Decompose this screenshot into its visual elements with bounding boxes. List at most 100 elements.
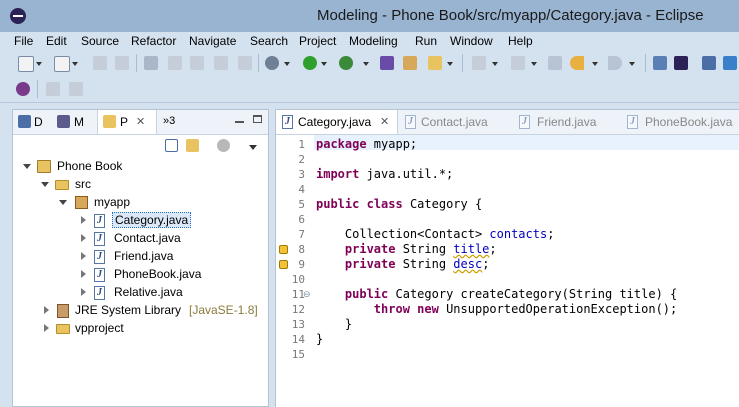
new-java-project-icon[interactable] [380,56,394,70]
modeling-perspective-icon[interactable] [723,56,737,70]
eclipse-app-icon[interactable] [10,8,26,24]
filter-icon[interactable] [217,139,230,152]
new-dropdown-icon[interactable] [36,62,42,66]
code-line[interactable]: package myapp; [316,137,417,152]
code-line[interactable]: public Category createCategory(String ti… [316,287,677,302]
save-all-icon[interactable] [115,56,129,70]
next-annotation-icon[interactable] [472,56,486,70]
tree-item-vpproject[interactable]: vpproject [13,320,268,338]
collapsed-arrow-icon[interactable] [81,270,86,278]
back-dropdown-icon[interactable] [592,62,598,66]
code-line[interactable]: } [316,332,323,347]
expanded-arrow-icon[interactable] [41,182,49,187]
code-line[interactable]: Collection<Contact> contacts; [316,227,555,242]
java-perspective-icon[interactable] [674,56,688,70]
show-whitespace-icon[interactable] [238,56,252,70]
update-code-icon[interactable] [46,82,60,96]
new-package-icon[interactable] [403,56,417,70]
new-file-icon[interactable] [54,56,70,72]
open-perspective-icon[interactable] [653,56,667,70]
menu-window[interactable]: Window [450,34,493,48]
menu-edit[interactable]: Edit [46,34,67,48]
tab-contact-java[interactable]: J Contact.java [402,110,498,134]
prev-annotation-icon[interactable] [511,56,525,70]
tree-item-src[interactable]: src [13,176,268,194]
edit-icon[interactable] [168,56,182,70]
tree-item-jre-library[interactable]: JRE System Library [JavaSE-1.8] [13,302,268,320]
collapsed-arrow-icon[interactable] [81,234,86,242]
toggle-mark-icon[interactable] [190,56,204,70]
menu-modeling[interactable]: Modeling [349,34,398,48]
open-task-icon[interactable] [428,56,442,70]
menu-file[interactable]: File [14,34,33,48]
tab-friend-java[interactable]: J Friend.java [517,110,607,134]
menu-run[interactable]: Run [415,34,437,48]
tree-item-contact-java[interactable]: J Contact.java [13,230,268,248]
new-file-dropdown-icon[interactable] [72,62,78,66]
tree-item-phonebook-java[interactable]: J PhoneBook.java [13,266,268,284]
close-icon[interactable]: ✕ [380,115,389,128]
code-line[interactable]: public class Category { [316,197,482,212]
new-icon[interactable] [18,56,34,72]
model-explorer-icon [57,115,70,128]
collapse-all-icon[interactable] [165,139,178,152]
last-edit-icon[interactable] [548,56,562,70]
run-icon[interactable] [303,56,317,70]
external-tools-dropdown-icon[interactable] [363,62,369,66]
code-area[interactable]: package myapp; import java.util.*; public … [314,135,739,407]
warning-icon[interactable] [279,245,288,254]
forward-dropdown-icon[interactable] [629,62,635,66]
menu-navigate[interactable]: Navigate [189,34,236,48]
next-annotation-dropdown-icon[interactable] [492,62,498,66]
update-model-icon[interactable] [69,82,83,96]
back-icon[interactable] [570,56,584,70]
collapsed-arrow-icon[interactable] [81,252,86,260]
code-line[interactable]: private String title; [316,242,497,257]
menu-refactor[interactable]: Refactor [131,34,176,48]
view-menu-icon[interactable] [249,145,257,150]
menu-source[interactable]: Source [81,34,119,48]
visual-paradigm-icon[interactable] [16,82,30,96]
collapsed-arrow-icon[interactable] [81,288,86,296]
open-task-dropdown-icon[interactable] [447,62,453,66]
tab-category-java[interactable]: J Category.java ✕ [276,110,398,134]
fold-icon[interactable]: ⊖ [303,287,311,302]
debug-dropdown-icon[interactable] [284,62,290,66]
tab-package-explorer[interactable]: D [13,110,49,134]
minimize-icon[interactable] [235,121,244,123]
print-icon[interactable] [702,56,716,70]
tab-project-explorer[interactable]: P ✕ [97,110,157,134]
forward-icon[interactable] [608,56,622,70]
collapsed-arrow-icon[interactable] [44,324,49,332]
code-line[interactable]: throw new UnsupportedOperationException(… [316,302,677,317]
code-line[interactable]: import java.util.*; [316,167,453,182]
warning-icon[interactable] [279,260,288,269]
maximize-icon[interactable] [253,115,262,123]
save-icon[interactable] [93,56,107,70]
expanded-arrow-icon[interactable] [59,200,67,205]
menu-help[interactable]: Help [508,34,533,48]
tab-model-explorer[interactable]: M [53,110,93,134]
block-selection-icon[interactable] [214,56,228,70]
menu-search[interactable]: Search [250,34,288,48]
prev-annotation-dropdown-icon[interactable] [531,62,537,66]
collapsed-arrow-icon[interactable] [81,216,86,224]
tree-item-friend-java[interactable]: J Friend.java [13,248,268,266]
external-tools-icon[interactable] [339,56,353,70]
expanded-arrow-icon[interactable] [23,164,31,169]
close-icon[interactable]: ✕ [136,115,145,128]
tree-item-myapp[interactable]: myapp [13,194,268,212]
open-type-icon[interactable] [144,56,158,70]
tree-item-category-java[interactable]: J Category.java [13,212,268,230]
run-dropdown-icon[interactable] [321,62,327,66]
debug-icon[interactable] [265,56,279,70]
tab-phonebook-java[interactable]: J PhoneBook.java [625,110,739,134]
link-with-editor-icon[interactable] [186,139,199,152]
code-line[interactable]: } [316,317,352,332]
tab-more-views[interactable]: »3 [161,110,185,134]
tree-item-relative-java[interactable]: J Relative.java [13,284,268,302]
collapsed-arrow-icon[interactable] [44,306,49,314]
menu-project[interactable]: Project [299,34,336,48]
tree-item-phone-book[interactable]: Phone Book [13,158,268,176]
code-line[interactable]: private String desc; [316,257,490,272]
